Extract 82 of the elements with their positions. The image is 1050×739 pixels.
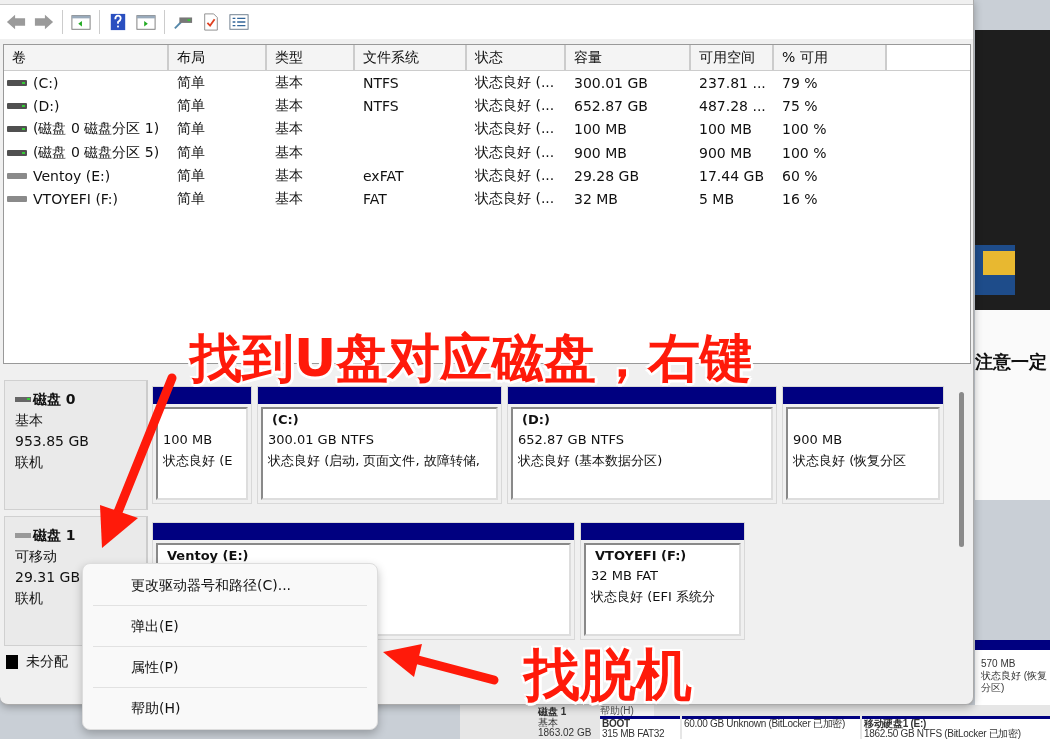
annotation-text: 找脱机 bbox=[524, 646, 692, 704]
table-cell: 5 MB bbox=[699, 191, 735, 208]
table-cell: 652.87 GB bbox=[574, 97, 648, 114]
table-cell: 简单 bbox=[177, 96, 205, 115]
table-cell: 状态良好 (... bbox=[475, 73, 555, 92]
table-cell: 状态良好 (... bbox=[475, 166, 555, 185]
table-cell: 16 % bbox=[782, 191, 818, 208]
table-cell: 基本 bbox=[275, 120, 303, 139]
table-cell: 基本 bbox=[275, 190, 303, 209]
table-cell: 32 MB bbox=[574, 191, 618, 208]
disk-name: 磁盘 0 bbox=[33, 390, 76, 409]
table-cell: 237.81 ... bbox=[699, 74, 766, 91]
partition-size: 100 MB bbox=[163, 431, 214, 449]
volume-name: Ventoy (E:) bbox=[33, 167, 111, 184]
partition-title: BOOT bbox=[602, 719, 631, 729]
table-cell: 60 % bbox=[782, 167, 818, 184]
table-cell: 100 MB bbox=[574, 121, 627, 138]
table-cell: 简单 bbox=[177, 143, 205, 162]
disk-type: 基本 bbox=[15, 411, 44, 430]
table-cell: 100 MB bbox=[699, 121, 752, 138]
table-cell: NTFS bbox=[363, 97, 399, 114]
disk-name: 磁盘 1 bbox=[33, 526, 76, 545]
table-cell: 487.28 ... bbox=[699, 97, 766, 114]
table-cell: 900 MB bbox=[574, 144, 627, 161]
volume-name: (磁盘 0 磁盘分区 1) bbox=[33, 120, 160, 139]
partition-size: 32 MB FAT bbox=[591, 567, 660, 585]
partition-status: 状态良好 (E bbox=[163, 452, 234, 470]
partition-size: 300.01 GB NTFS bbox=[268, 431, 375, 449]
volume-name: (磁盘 0 磁盘分区 5) bbox=[33, 143, 160, 162]
volume-name: (D:) bbox=[33, 97, 60, 114]
partition-size: 315 MB FAT32 bbox=[602, 729, 666, 739]
table-cell: 29.28 GB bbox=[574, 167, 639, 184]
table-cell: 状态良好 (... bbox=[475, 143, 555, 162]
table-cell: 79 % bbox=[782, 74, 818, 91]
partition-title: 移动硬盘1 (E:) bbox=[864, 719, 927, 729]
table-cell: 基本 bbox=[275, 73, 303, 92]
partition-title: VTOYEFI (F:) bbox=[594, 547, 687, 565]
partition-status: 状态良好 (EFI 系统分 bbox=[591, 588, 716, 606]
disk-size: 29.31 GB bbox=[15, 568, 81, 587]
partition-title: (C:) bbox=[271, 411, 299, 429]
partition-size: 570 MB bbox=[981, 658, 1017, 670]
table-cell: exFAT bbox=[363, 167, 404, 184]
table-cell: 100 % bbox=[782, 121, 827, 138]
table-cell: 基本 bbox=[275, 143, 303, 162]
partition-status: 状态良好 (基本数据分区) bbox=[518, 452, 664, 470]
table-cell: NTFS bbox=[363, 74, 399, 91]
partition-status: 状态良好 (恢复分区) bbox=[981, 670, 1049, 694]
disk-type: 可移动 bbox=[15, 547, 58, 566]
background-heading: 注意一定 bbox=[975, 350, 1047, 374]
partition-size: 900 MB bbox=[793, 431, 844, 449]
partition-title: Ventoy (E:) bbox=[166, 547, 249, 565]
table-cell: 简单 bbox=[177, 190, 205, 209]
disk-status: 联机 bbox=[15, 589, 44, 608]
disk-status: 联机 bbox=[15, 453, 44, 472]
table-cell: 基本 bbox=[275, 96, 303, 115]
table-cell: 简单 bbox=[177, 120, 205, 139]
volume-name: (C:) bbox=[33, 74, 59, 91]
table-cell: 17.44 GB bbox=[699, 167, 764, 184]
table-cell: 状态良好 (... bbox=[475, 120, 555, 139]
partition-size: 652.87 GB NTFS bbox=[518, 431, 625, 449]
partition-status: 状态良好 (启动, 页面文件, 故障转储, bbox=[268, 452, 481, 470]
table-cell: 状态良好 (... bbox=[475, 190, 555, 209]
table-cell: 300.01 GB bbox=[574, 74, 648, 91]
partition-size: 60.00 GB Unknown (BitLocker 已加密) bbox=[684, 719, 847, 729]
volume-name: VTOYEFI (F:) bbox=[33, 191, 119, 208]
partition-title: (D:) bbox=[521, 411, 550, 429]
partition-size: 1862.50 GB NTFS (BitLocker 已加密) bbox=[864, 729, 1022, 739]
disk-type: 基本 bbox=[538, 717, 559, 728]
annotation-text: 找到U盘对应磁盘，右键 bbox=[190, 331, 753, 385]
table-cell: 900 MB bbox=[699, 144, 752, 161]
table-cell: 100 % bbox=[782, 144, 827, 161]
table-cell: FAT bbox=[363, 191, 387, 208]
disk-size: 953.85 GB bbox=[15, 432, 90, 451]
table-cell: 状态良好 (... bbox=[475, 96, 555, 115]
table-cell: 基本 bbox=[275, 166, 303, 185]
legend-label: 未分配 bbox=[26, 653, 68, 671]
disk-size: 1863.02 GB bbox=[538, 728, 592, 739]
table-cell: 简单 bbox=[177, 166, 205, 185]
table-cell: 75 % bbox=[782, 97, 818, 114]
partition-status: 状态良好 (恢复分区 bbox=[793, 452, 908, 470]
disk-name: 磁盘 1 bbox=[538, 707, 568, 717]
table-cell: 简单 bbox=[177, 73, 205, 92]
